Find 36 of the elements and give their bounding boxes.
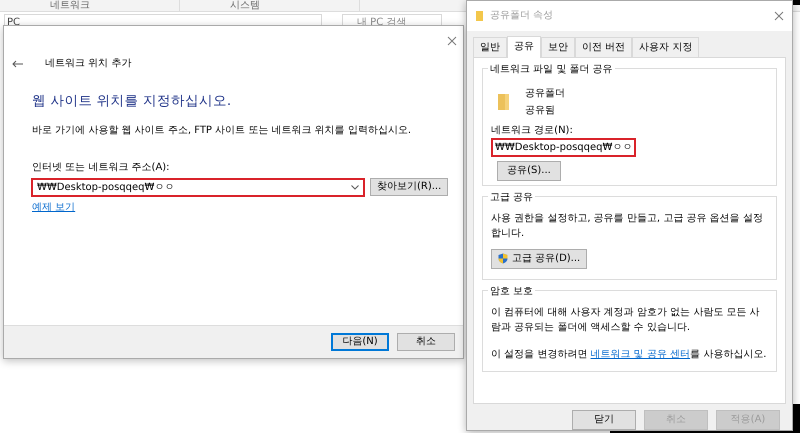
tab[interactable]: 일반 bbox=[473, 36, 507, 57]
column-header[interactable]: 네트워크 bbox=[0, 0, 180, 11]
tab[interactable]: 공유 bbox=[507, 36, 541, 58]
description-text: 바로 가기에 사용할 웹 사이트 주소, FTP 사이트 또는 네트워크 위치를 입력하십시오. bbox=[32, 124, 412, 138]
field-label: 네트워크 경로(N): bbox=[491, 124, 574, 138]
field-label: 인터넷 또는 네트워크 주소(A): bbox=[32, 161, 171, 176]
dialog-button[interactable]: 닫기 bbox=[572, 410, 636, 430]
column-header[interactable]: 시스템 bbox=[180, 0, 360, 11]
advanced-sharing-button[interactable]: 고급 공유(D)... bbox=[491, 248, 588, 269]
dialog-heading: 웹 사이트 위치를 지정하십시오. bbox=[32, 92, 232, 111]
folder-name: 공유폴더 bbox=[525, 86, 565, 101]
tab[interactable]: 사용자 지정 bbox=[632, 36, 700, 57]
close-icon[interactable] bbox=[447, 36, 457, 46]
group-title: 네트워크 파일 및 폴더 공유 bbox=[488, 62, 615, 77]
browse-button[interactable]: 찾아보기(R)... bbox=[370, 178, 448, 196]
dialog-header: 네트워크 위치 추가 bbox=[45, 57, 132, 71]
close-icon[interactable] bbox=[774, 10, 784, 21]
window-title: 공유폴더 속성 bbox=[490, 9, 554, 24]
share-button[interactable]: 공유(S)... bbox=[497, 160, 561, 181]
chevron-down-icon[interactable] bbox=[351, 184, 359, 190]
description-text: 사용 권한을 설정하고, 공유를 만들고, 고급 공유 옵션을 설정합니다. bbox=[491, 212, 764, 241]
share-status: 공유됨 bbox=[525, 104, 556, 118]
back-arrow-icon[interactable] bbox=[12, 60, 23, 68]
address-combo-box[interactable]: ₩₩Desktop-posqqeq₩ㅇㅇ bbox=[32, 178, 364, 196]
network-path: ₩₩Desktop-posqqeq₩ㅇㅇ bbox=[491, 138, 636, 157]
tab[interactable]: 보안 bbox=[541, 36, 575, 57]
network-center-link[interactable]: 네트워크 및 공유 센터 bbox=[590, 348, 690, 360]
description-text: 이 컴퓨터에 대해 사용자 계정과 암호가 없는 사람도 모든 사람과 공유되는 폴더에 액세스할 수 있습니다. bbox=[491, 306, 761, 335]
folder-icon bbox=[475, 10, 484, 22]
dialog-button[interactable]: 취소 bbox=[397, 333, 455, 351]
tab[interactable]: 이전 버전 bbox=[575, 36, 632, 57]
instruction-text: 이 설정을 변경하려면 네트워크 및 공유 센터를 사용하십시오. bbox=[491, 348, 768, 362]
folder-icon bbox=[497, 92, 511, 111]
shield-icon bbox=[498, 253, 508, 264]
dialog-button[interactable]: 다음(N) bbox=[331, 333, 389, 351]
example-link[interactable]: 예제 보기 bbox=[32, 202, 76, 214]
